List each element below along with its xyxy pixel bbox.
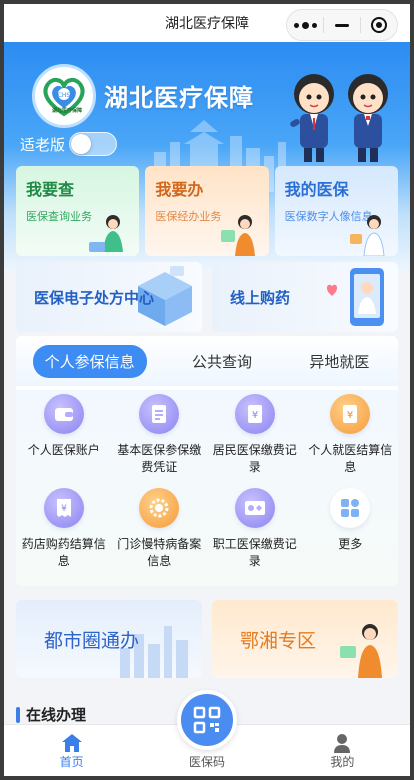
qr-code-button[interactable] — [177, 690, 237, 750]
online-pharmacy-banner[interactable]: 线上购药 — [212, 262, 398, 332]
minimize-button[interactable] — [324, 10, 360, 40]
tab-personal-insurance[interactable]: 个人参保信息 — [32, 344, 147, 378]
service-label: 个人医保账户 — [27, 443, 100, 457]
service-label: 个人就医结算信息 — [308, 443, 393, 474]
logo-text: 湖北医疗保障 — [51, 108, 82, 114]
yuan-document-icon: ¥ — [234, 394, 275, 434]
receipt-icon: ¥ — [43, 488, 84, 528]
qr-code-icon — [193, 706, 221, 734]
region-banners: 都市圈通办 鄂湘专区 — [16, 600, 398, 678]
handle-card-title: 我要办 — [155, 180, 204, 199]
document-icon — [139, 394, 180, 434]
capsule-menu — [286, 9, 398, 41]
service-item-resident-payment[interactable]: ¥ 居民医保缴费记录 — [207, 394, 303, 488]
svg-text:¥: ¥ — [61, 504, 67, 514]
service-item-payment-voucher[interactable]: 基本医保参保缴费凭证 — [112, 394, 208, 488]
elder-mode-label: 适老版 — [20, 135, 66, 154]
elder-mode-switch: 适老版 — [20, 132, 118, 156]
hero-title: 湖北医疗保障 — [104, 84, 254, 112]
svg-text:¥: ¥ — [347, 410, 353, 421]
metro-area-banner[interactable]: 都市圈通办 — [16, 600, 202, 678]
gear-flower-icon — [139, 488, 180, 528]
query-card[interactable]: 我要查 医保查询业务 — [16, 166, 140, 256]
grid-more-icon — [330, 488, 371, 528]
section-title: 在线办理 — [26, 706, 87, 724]
service-item-employee-payment[interactable]: 职工医保缴费记录 — [207, 488, 303, 582]
tab-home[interactable]: 首页 — [4, 725, 139, 776]
service-label: 更多 — [338, 537, 363, 551]
svg-text:¥: ¥ — [252, 410, 258, 421]
service-label: 居民医保缴费记录 — [212, 443, 297, 474]
hubei-hunan-banner[interactable]: 鄂湘专区 — [212, 600, 398, 678]
feature-banners: 医保电子处方中心 线上购药 — [16, 262, 398, 332]
section-marker — [16, 706, 20, 723]
service-item-pharmacy-settlement[interactable]: ¥ 药店购药结算信息 — [16, 488, 112, 582]
my-insurance-card[interactable]: 我的医保 医保数字人像信息 — [274, 166, 398, 256]
service-label: 职工医保缴费记录 — [212, 537, 297, 568]
tab-public-query[interactable]: 公共查询 — [180, 345, 264, 378]
wallet-icon — [43, 394, 84, 434]
service-label: 门诊慢特病备案信息 — [117, 537, 202, 568]
e-prescription-label: 医保电子处方中心 — [34, 288, 155, 307]
service-grid: 个人医保账户 基本医保参保缴费凭证 ¥ 居民医保缴费记录 ¥ 个人就医结算信息 … — [16, 390, 398, 586]
service-label: 药店购药结算信息 — [21, 537, 106, 568]
online-service-section: 在线办理 — [16, 704, 86, 725]
svg-text:CHS: CHS — [58, 92, 71, 99]
service-item-account[interactable]: 个人医保账户 — [16, 394, 112, 488]
handle-card[interactable]: 我要办 医保经办业务 — [145, 166, 269, 256]
person-laptop-icon — [89, 215, 124, 252]
query-card-title: 我要查 — [26, 180, 75, 199]
info-tabs: 个人参保信息 公共查询 异地就医 — [16, 336, 398, 386]
minimize-icon — [335, 23, 349, 27]
more-dots-icon — [293, 21, 317, 29]
service-label: 基本医保参保缴费凭证 — [117, 443, 202, 474]
person-document-icon — [340, 624, 382, 678]
page-title: 湖北医疗保障 — [165, 16, 249, 32]
tab-home-label: 首页 — [59, 755, 84, 769]
id-card-icon — [234, 488, 275, 528]
app-logo: CHS 湖北医疗保障 — [32, 64, 96, 128]
close-button[interactable] — [361, 10, 397, 40]
person-document-icon — [220, 215, 255, 256]
tab-remote-medical[interactable]: 异地就医 — [297, 345, 381, 378]
tab-qr-label: 医保码 — [188, 755, 225, 769]
mascot-characters-icon — [290, 74, 388, 162]
service-item-chronic-disease[interactable]: 门诊慢特病备案信息 — [112, 488, 208, 582]
metro-area-label: 都市圈通办 — [44, 629, 140, 652]
user-icon — [334, 734, 351, 753]
e-prescription-banner[interactable]: 医保电子处方中心 — [16, 262, 202, 332]
yuan-settlement-icon: ¥ — [330, 394, 371, 434]
hubei-hunan-label: 鄂湘专区 — [240, 629, 317, 652]
quick-cards: 我要查 医保查询业务 我要办 医保经办业务 我的医保 医保数字人像信息 — [16, 166, 398, 256]
phone-doctor-icon — [326, 268, 384, 326]
service-item-more[interactable]: 更多 — [303, 488, 399, 582]
doctor-icon — [349, 215, 385, 256]
my-insurance-card-title: 我的医保 — [284, 180, 349, 199]
close-target-icon — [371, 17, 387, 33]
home-icon — [61, 734, 82, 752]
elder-mode-toggle[interactable] — [69, 132, 118, 156]
insurance-info-panel: 个人参保信息 公共查询 异地就医 个人医保账户 基本医保参保缴费凭证 ¥ 居民医… — [16, 336, 398, 586]
tab-mine[interactable]: 我的 — [275, 725, 410, 776]
tab-mine-label: 我的 — [330, 755, 355, 769]
service-item-settlement[interactable]: ¥ 个人就医结算信息 — [303, 394, 399, 488]
more-button[interactable] — [287, 10, 323, 40]
miniprogram-header: 湖北医疗保障 — [4, 4, 410, 42]
online-pharmacy-label: 线上购药 — [230, 288, 291, 307]
